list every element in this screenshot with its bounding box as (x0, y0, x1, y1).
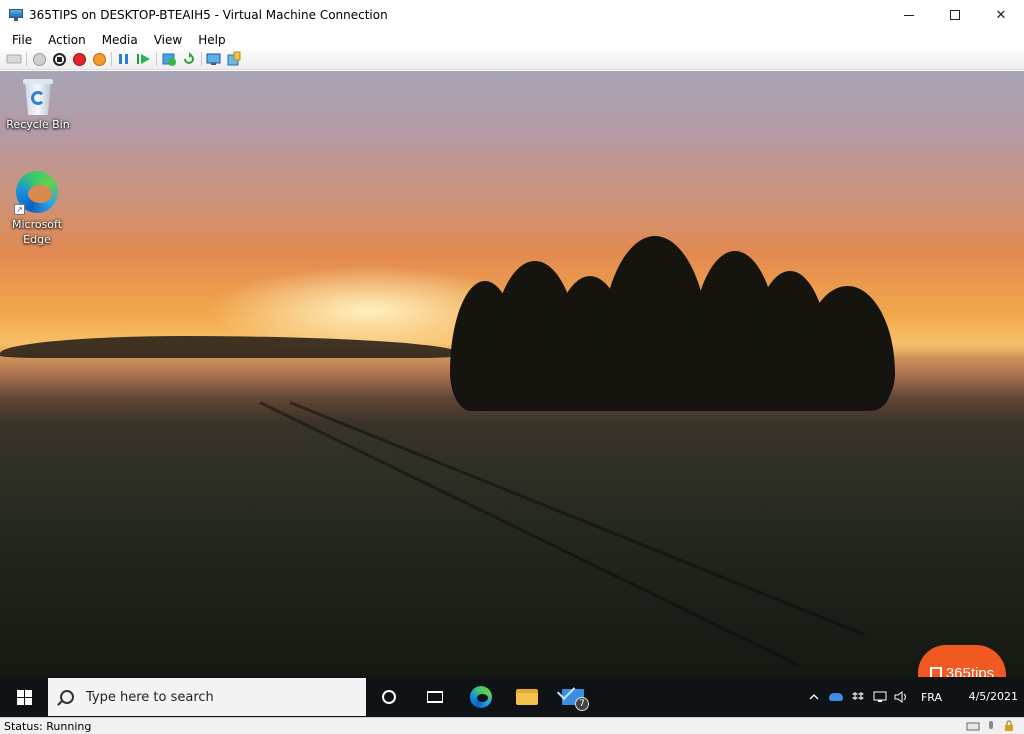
shut-down-button[interactable] (71, 51, 87, 67)
taskbar-edge-button[interactable] (458, 677, 504, 717)
chevron-up-icon (809, 694, 819, 700)
turn-off-icon (52, 52, 66, 66)
desktop-icon-microsoft-edge[interactable]: ↗ Microsoft Edge (2, 169, 72, 247)
cortana-button[interactable] (366, 677, 412, 717)
search-icon (60, 690, 74, 704)
network-tray-button[interactable] (869, 677, 891, 717)
toolbar (0, 49, 1024, 70)
onedrive-tray-button[interactable] (825, 677, 847, 717)
cortana-icon (382, 690, 396, 704)
taskbar: Type here to search 7 FRA 4/5/2021 (0, 677, 1024, 717)
toolbar-separator (111, 52, 112, 66)
task-view-button[interactable] (412, 677, 458, 717)
revert-button[interactable] (181, 51, 197, 67)
search-placeholder: Type here to search (86, 689, 214, 705)
pause-button[interactable] (116, 51, 132, 67)
checkpoint-icon (162, 53, 176, 66)
start-button[interactable] (31, 51, 47, 67)
show-hidden-icons-button[interactable] (803, 677, 825, 717)
menu-help[interactable]: Help (190, 33, 233, 47)
minimize-icon (904, 14, 914, 16)
taskbar-search[interactable]: Type here to search (48, 678, 366, 716)
close-icon: ✕ (995, 7, 1007, 23)
window-controls: ✕ (886, 0, 1024, 30)
taskbar-file-explorer-button[interactable] (504, 677, 550, 717)
edge-icon: ↗ (14, 169, 60, 215)
vm-status: Status: Running (4, 719, 92, 733)
menu-action[interactable]: Action (40, 33, 94, 47)
pause-icon (119, 54, 128, 64)
shortcut-arrow-icon: ↗ (14, 204, 25, 215)
menu-view[interactable]: View (146, 33, 190, 47)
volume-icon (894, 691, 906, 703)
toolbar-separator (156, 52, 157, 66)
window-title: 365TIPS on DESKTOP-BTEAIH5 - Virtual Mac… (29, 8, 388, 22)
minimize-button[interactable] (886, 0, 932, 30)
toolbar-separator (201, 52, 202, 66)
system-tray: FRA 4/5/2021 (803, 677, 1024, 717)
lock-icon (1005, 720, 1013, 731)
edge-icon (470, 686, 492, 708)
wallpaper-track (289, 401, 866, 637)
task-view-icon (427, 691, 443, 703)
start-icon (32, 52, 46, 66)
desktop-icon-recycle-bin[interactable]: Recycle Bin (3, 77, 73, 132)
menu-file[interactable]: File (4, 33, 40, 47)
close-button[interactable]: ✕ (978, 0, 1024, 30)
wallpaper-treeline (0, 336, 460, 358)
ctrl-alt-del-icon (6, 54, 22, 64)
file-explorer-icon (516, 689, 538, 705)
vm-desktop[interactable]: Recycle Bin ↗ Microsoft Edge (0, 71, 1024, 677)
recycle-bin-icon (21, 77, 55, 115)
menu-media[interactable]: Media (94, 33, 146, 47)
desktop-icon-label: Recycle Bin (6, 118, 70, 131)
enhanced-session-button[interactable] (206, 51, 222, 67)
onedrive-icon (828, 693, 843, 701)
save-button[interactable] (91, 51, 107, 67)
keyboard-icon (966, 722, 980, 731)
share-icon (227, 51, 241, 66)
status-bar: Status: Running (0, 717, 1024, 734)
menu-bar: File Action Media View Help (0, 30, 1024, 49)
status-indicators (962, 720, 1024, 732)
input-language[interactable]: FRA (913, 691, 950, 704)
windows-logo-icon (16, 689, 32, 705)
shut-down-icon (72, 52, 86, 66)
dropbox-tray-button[interactable] (847, 677, 869, 717)
start-button[interactable] (0, 677, 48, 717)
revert-icon (184, 52, 194, 64)
network-icon (873, 691, 887, 702)
turn-off-button[interactable] (51, 51, 67, 67)
vm-connection-icon (9, 9, 23, 21)
microphone-icon (989, 721, 993, 729)
taskbar-mail-button[interactable]: 7 (550, 677, 596, 717)
clock-date[interactable]: 4/5/2021 (950, 677, 1018, 717)
ctrl-alt-del-button[interactable] (6, 51, 22, 67)
reset-button[interactable] (136, 51, 152, 67)
toolbar-separator (26, 52, 27, 66)
checkpoint-button[interactable] (161, 51, 177, 67)
wallpaper-track (259, 401, 800, 667)
mail-badge: 7 (575, 697, 589, 711)
wallpaper-trees (450, 231, 900, 411)
volume-tray-button[interactable] (891, 677, 913, 717)
dropbox-icon (851, 692, 864, 700)
desktop-icon-label: Microsoft Edge (11, 218, 63, 246)
maximize-icon (950, 10, 960, 20)
enhanced-session-icon (206, 53, 221, 65)
save-icon (92, 52, 106, 66)
reset-icon (137, 54, 150, 64)
title-bar: 365TIPS on DESKTOP-BTEAIH5 - Virtual Mac… (0, 0, 1024, 30)
maximize-button[interactable] (932, 0, 978, 30)
share-button[interactable] (226, 51, 242, 67)
